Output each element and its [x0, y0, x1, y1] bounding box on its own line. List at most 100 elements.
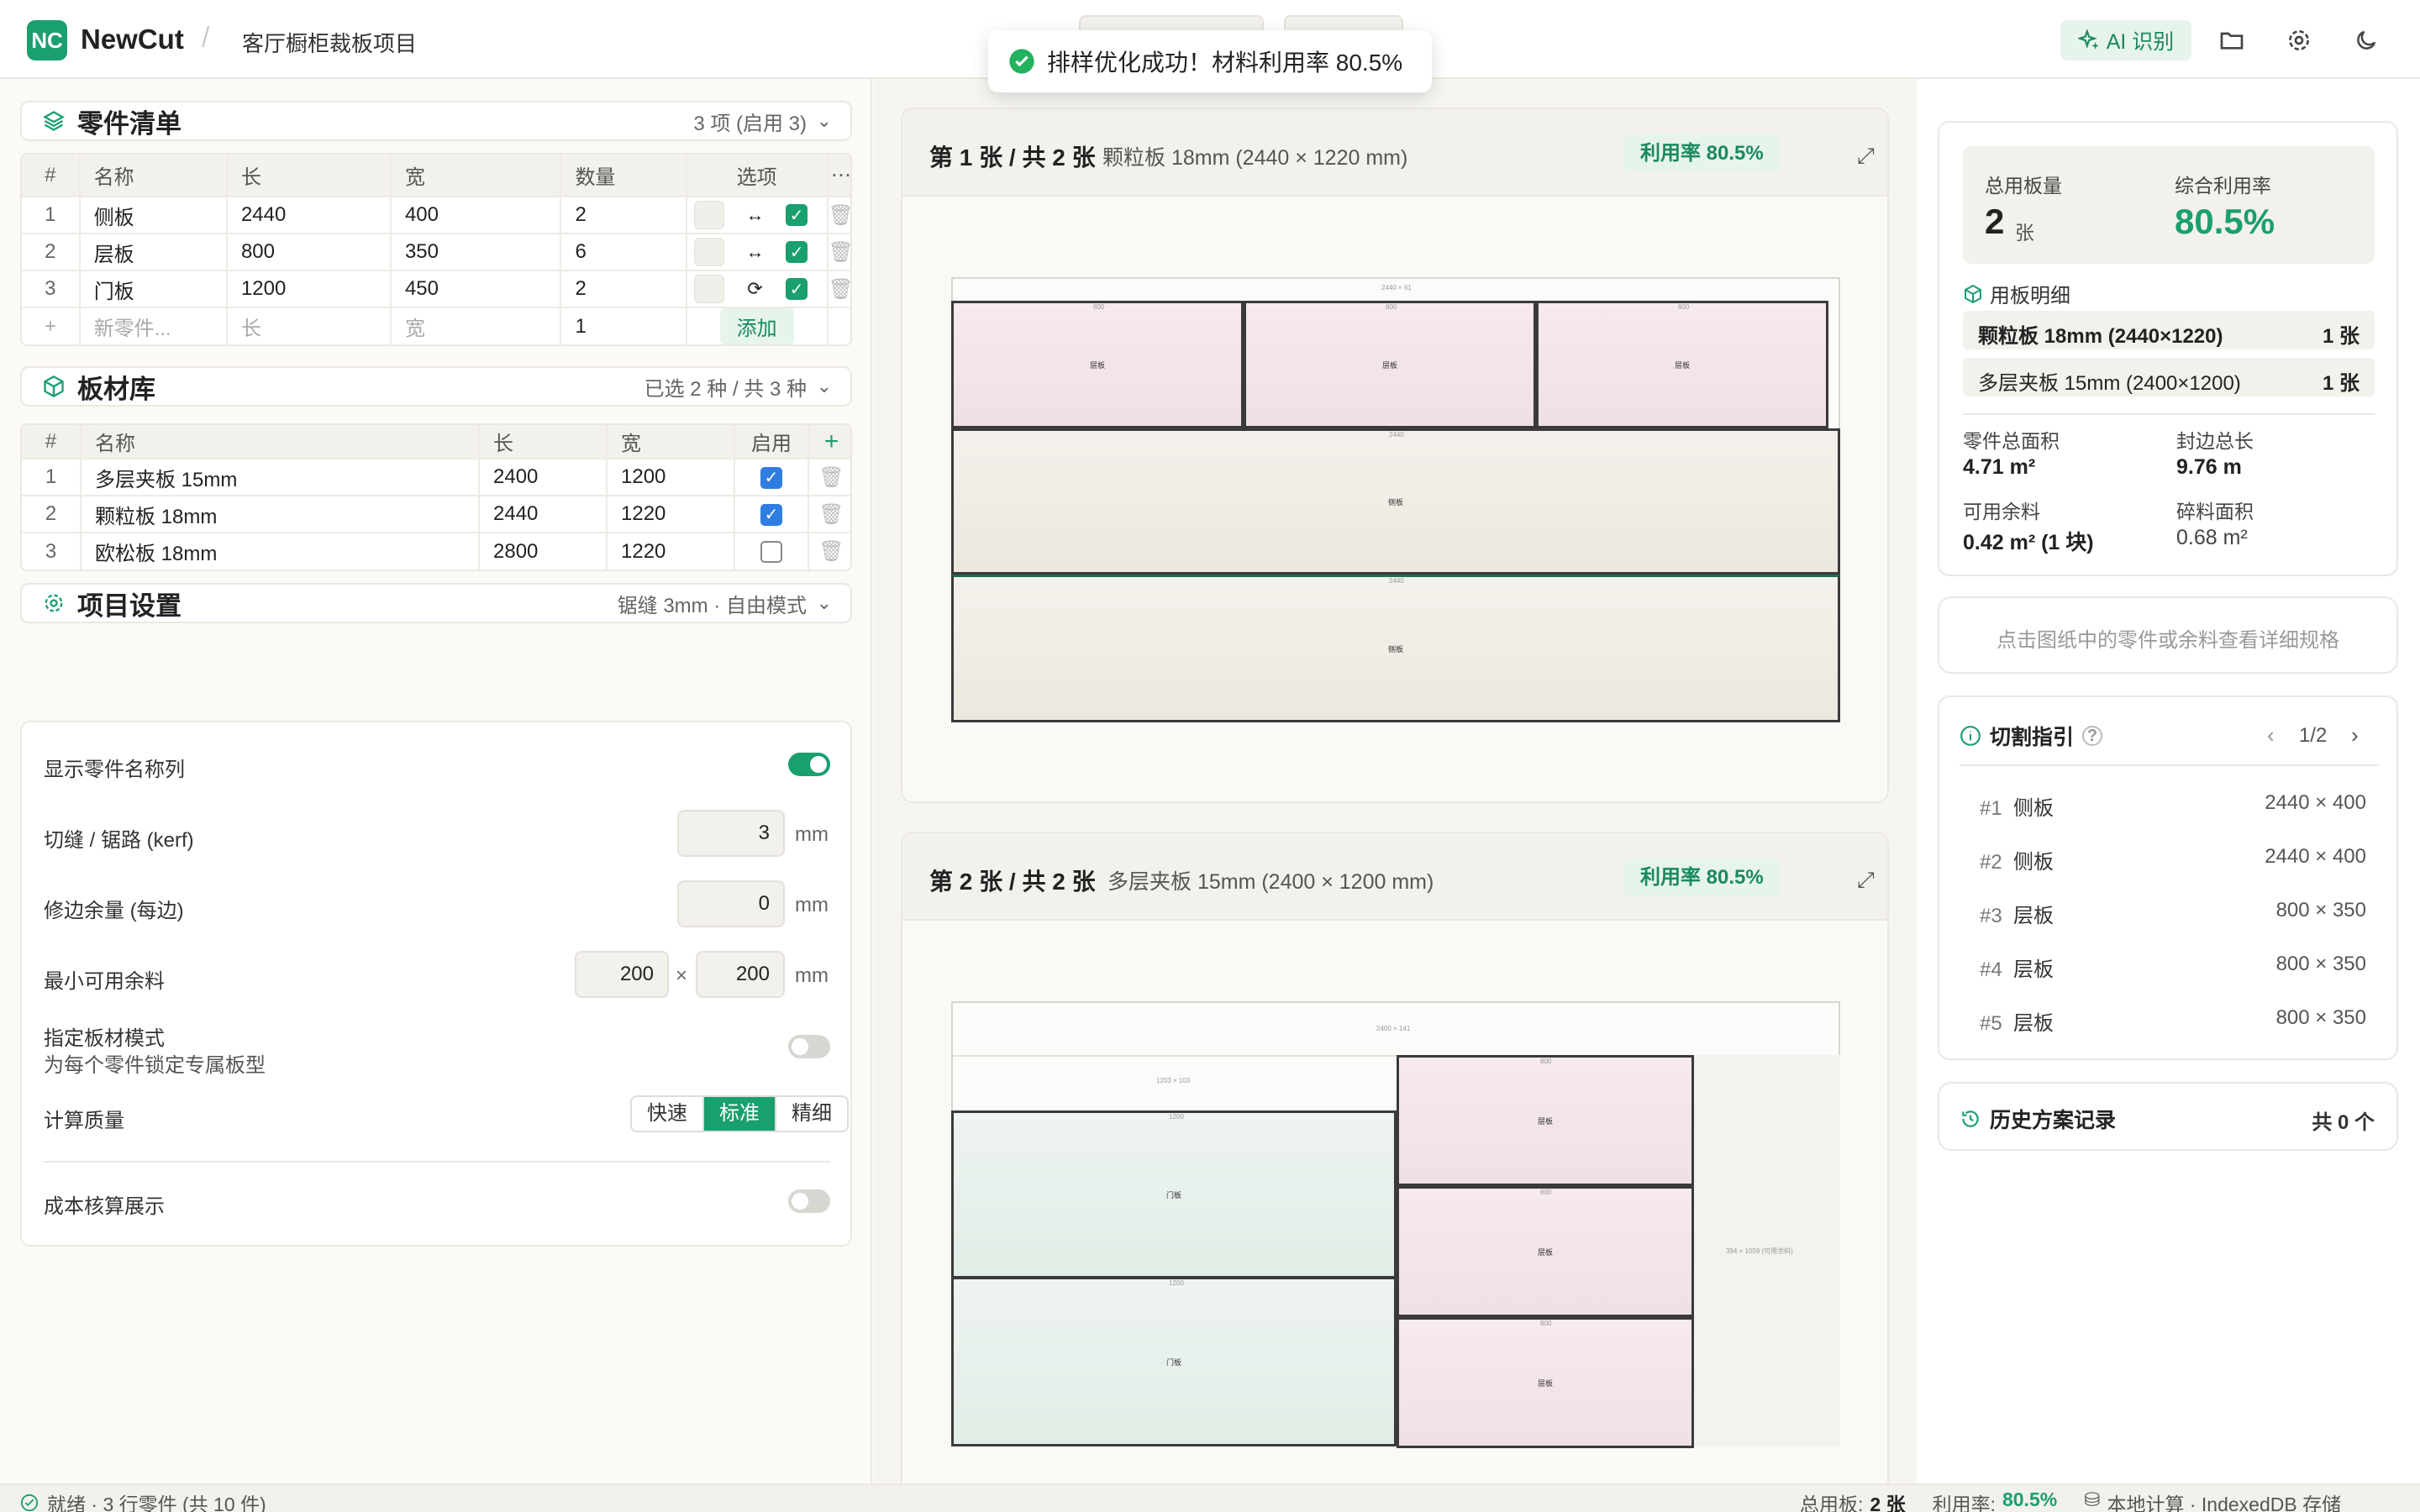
materials-section-header[interactable]: 板材库 已选 2 种 / 共 3 种 ⌄ [20, 366, 852, 407]
next-page-icon[interactable]: › [2351, 722, 2359, 748]
area-value: 4.71 m² [1963, 455, 2036, 479]
trash-icon[interactable]: 🗑 [818, 540, 844, 563]
quality-label: 计算质量 [44, 1110, 124, 1132]
part-qty-cell[interactable]: 6 [560, 234, 687, 271]
enabled-checkbox[interactable]: ✓ [786, 204, 808, 226]
enabled-checkbox[interactable]: ✓ [786, 241, 808, 263]
cost-toggle[interactable] [788, 1189, 830, 1213]
add-row-icon: + [22, 307, 81, 344]
part-block[interactable]: 1200 门板 [951, 1277, 1397, 1446]
material-enabled-checkbox[interactable]: ✓ [760, 466, 782, 489]
material-usage-row[interactable]: 颗粒板 18mm (2440×1220) 1 张 [1963, 311, 2375, 349]
trim-input[interactable]: 0 [677, 880, 785, 927]
trash-icon[interactable]: 🗑 [829, 241, 850, 264]
material-length-cell[interactable]: 2400 [479, 459, 608, 496]
kerf-input[interactable]: 3 [677, 810, 785, 857]
part-name-cell[interactable]: 层板 [79, 234, 228, 271]
expand-icon[interactable]: ⤢ [1857, 143, 1875, 170]
cut-guide-row[interactable]: #4 层板 800 × 350 [1980, 953, 2366, 982]
app-logo: NC [27, 20, 67, 60]
history-card[interactable]: 历史方案记录 共 0 个 [1938, 1082, 2398, 1151]
part-dim: 800 [1386, 303, 1397, 311]
part-block[interactable]: 2440 侧板 [951, 428, 1840, 575]
ai-recognize-button[interactable]: AI 识别 [2060, 20, 2191, 60]
quality-fine-option[interactable]: 精细 [776, 1097, 847, 1131]
new-part-width-input[interactable]: 宽 [390, 307, 562, 344]
part-qty-cell[interactable]: 2 [560, 197, 687, 234]
trash-icon[interactable]: 🗑 [818, 503, 844, 526]
material-usage-row[interactable]: 多层夹板 15mm (2400×1200) 1 张 [1963, 358, 2375, 396]
material-width-cell[interactable]: 1220 [607, 496, 735, 533]
part-width-cell[interactable]: 350 [390, 234, 562, 271]
color-swatch[interactable] [693, 238, 724, 266]
color-swatch[interactable] [693, 201, 724, 229]
remnant-area[interactable]: 394 × 1059 (可用余料) [1691, 1055, 1840, 1446]
part-block[interactable]: 800 层板 [1397, 1317, 1694, 1448]
quality-fast-option[interactable]: 快速 [632, 1097, 704, 1131]
cut-guide-row[interactable]: #3 层板 800 × 350 [1980, 899, 2366, 928]
fixed-board-label: 指定板材模式 [44, 1027, 165, 1050]
material-name-cell[interactable]: 颗粒板 18mm [81, 496, 480, 533]
material-enabled-checkbox[interactable]: ✓ [760, 503, 782, 526]
add-part-button[interactable]: 添加 [719, 308, 794, 344]
left-panel: 零件清单 3 项 (启用 3) ⌄ # 名称 长 宽 数量 选项 ⋯ 1 侧板 … [0, 79, 872, 1483]
new-part-length-input[interactable]: 长 [226, 307, 392, 344]
cut-guide-row[interactable]: #1 侧板 2440 × 400 [1980, 791, 2366, 821]
grain-icon[interactable]: ↔ [730, 204, 781, 226]
part-block[interactable]: 800 层板 [1397, 1055, 1694, 1186]
material-length-cell[interactable]: 2800 [479, 533, 608, 570]
part-length-cell[interactable]: 2440 [226, 197, 392, 234]
part-name-cell[interactable]: 侧板 [79, 197, 228, 234]
min-remnant-height-input[interactable]: 200 [696, 951, 785, 998]
part-block[interactable]: 800 层板 [1536, 301, 1828, 428]
trash-icon[interactable]: 🗑 [829, 278, 850, 301]
part-length-cell[interactable]: 1200 [226, 270, 392, 308]
min-remnant-width-input[interactable]: 200 [575, 951, 669, 998]
moon-icon[interactable] [2348, 22, 2385, 59]
show-names-toggle[interactable] [788, 753, 830, 776]
part-block[interactable]: 1200 门板 [951, 1110, 1397, 1278]
cut-guide-row[interactable]: #2 侧板 2440 × 400 [1980, 845, 2366, 874]
trash-icon[interactable]: 🗑 [829, 204, 850, 227]
color-swatch[interactable] [693, 275, 724, 303]
enabled-checkbox[interactable]: ✓ [786, 278, 808, 300]
project-name[interactable]: 客厅橱柜裁板项目 [242, 27, 417, 58]
cut-guide-row[interactable]: #5 层板 800 × 350 [1980, 1006, 2366, 1036]
expand-icon[interactable]: ⤢ [1857, 867, 1875, 894]
trash-icon[interactable]: 🗑 [818, 466, 844, 489]
part-block[interactable]: 2440 侧板 [951, 575, 1840, 722]
part-qty-cell[interactable]: 2 [560, 270, 687, 308]
part-length-cell[interactable]: 800 [226, 234, 392, 271]
materials-table: # 名称 长 宽 启用 + 1 多层夹板 15mm 2400 1200 ✓ 🗑 … [20, 423, 852, 571]
new-part-name-input[interactable]: 新零件... [79, 307, 228, 344]
help-icon[interactable]: ? [2082, 726, 2103, 746]
material-name-cell[interactable]: 多层夹板 15mm [81, 459, 480, 496]
part-block[interactable]: 800 层板 [1244, 301, 1536, 428]
material-enabled-checkbox[interactable] [760, 541, 782, 564]
part-width-cell[interactable]: 450 [390, 270, 562, 308]
remnant-label[interactable]: 1203 × 103 [1156, 1077, 1190, 1084]
parts-section-header[interactable]: 零件清单 3 项 (启用 3) ⌄ [20, 101, 852, 141]
add-material-icon[interactable]: + [808, 425, 850, 459]
more-icon[interactable]: ⋯ [827, 155, 850, 197]
material-length-cell[interactable]: 2440 [479, 496, 608, 533]
material-width-cell[interactable]: 1220 [607, 533, 735, 570]
part-block[interactable]: 800 层板 [1397, 1186, 1694, 1317]
fixed-board-toggle[interactable] [788, 1035, 830, 1058]
part-width-cell[interactable]: 400 [390, 197, 562, 234]
gear-icon[interactable] [2281, 22, 2317, 59]
grain-icon[interactable]: ↔ [730, 241, 781, 263]
quality-standard-option[interactable]: 标准 [704, 1097, 776, 1131]
new-part-qty-input[interactable]: 1 [560, 307, 687, 344]
prev-page-icon[interactable]: ‹ [2267, 722, 2275, 748]
rotate-icon[interactable]: ⟳ [730, 278, 781, 300]
board-diagram[interactable]: 2400 × 141 1203 × 103 394 × 1059 (可用余料) … [951, 1001, 1840, 1448]
board-diagram[interactable]: 2440 × 61 800 层板 800 层板 800 层板 2440 侧板 2440 侧… [951, 277, 1840, 722]
settings-section-header[interactable]: 项目设置 锯缝 3mm · 自由模式 ⌄ [20, 583, 852, 623]
col-options: 选项 [686, 155, 829, 197]
part-name-cell[interactable]: 门板 [79, 270, 228, 308]
material-name-cell[interactable]: 欧松板 18mm [81, 533, 480, 570]
folder-icon[interactable] [2213, 22, 2250, 59]
material-width-cell[interactable]: 1200 [607, 459, 735, 496]
part-block[interactable]: 800 层板 [951, 301, 1244, 428]
